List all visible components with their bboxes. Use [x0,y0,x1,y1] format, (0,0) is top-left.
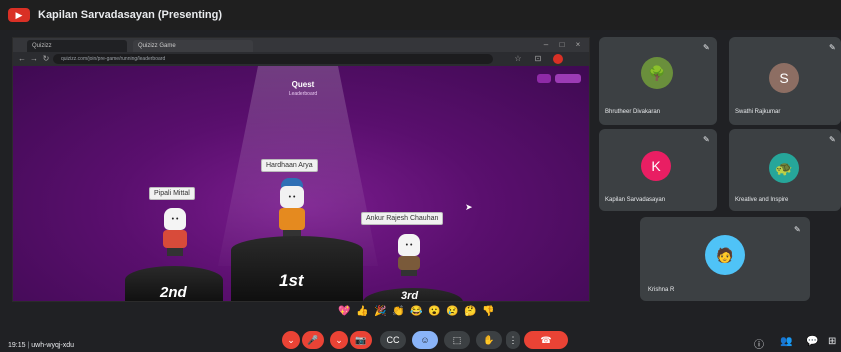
participant-name-4: Kreative and Inspire [735,197,789,203]
activities-icon[interactable]: ⊞ [828,336,836,347]
pin-icon[interactable]: ✎ [829,135,836,144]
meeting-time-and-code: 19:15 | uwh-wyqj-xdu [8,342,75,349]
reaction-thumbs-up-icon[interactable]: 👍 [356,306,368,317]
participant-name-3: Kapilan Sarvadasayan [605,197,666,203]
reload-icon[interactable]: ↻ [41,54,51,64]
bookmark-icon[interactable]: ☆ [513,54,523,64]
mic-off-icon[interactable]: 🎤 [302,331,324,349]
pin-icon[interactable]: ✎ [703,43,710,52]
participant-tile-2[interactable]: ✎ S Swathi Rajkumar [729,37,841,125]
reaction-clap-icon[interactable]: 👏 [392,306,404,317]
reaction-surprised-icon[interactable]: 😮 [428,306,440,317]
chat-icon[interactable]: 💬 [806,336,818,347]
reaction-heart-icon[interactable]: 💖 [338,306,350,317]
avatar-2nd: • • [163,208,187,256]
people-icon[interactable]: 👥 [780,336,792,347]
participant-tile-5[interactable]: ✎ 🧑 Krishna R [640,217,810,301]
mouse-cursor-icon: ➤ [465,202,473,212]
participant-avatar-2: S [769,63,799,93]
participant-tile-1[interactable]: ✎ 🌳 Bhrutheer Divakaran [599,37,717,125]
info-icon[interactable]: ⓘ [754,336,764,351]
reaction-party-icon[interactable]: 🎉 [374,306,386,317]
raise-hand-icon[interactable]: ✋ [476,331,502,349]
meeting-code: uwh-wyqj-xdu [31,342,75,349]
stage-title: Quest [291,80,315,89]
back-icon[interactable]: ← [17,54,27,64]
pin-icon[interactable]: ✎ [794,225,801,234]
reaction-thinking-icon[interactable]: 🤔 [464,306,476,317]
participant-avatar-4: 🐢 [769,153,799,183]
end-call-icon[interactable]: ☎ [524,331,568,349]
player-name-3rd: Ankur Rajesh Chauhan [361,212,444,225]
maximize-icon[interactable]: □ [557,40,567,50]
camera-options-button[interactable]: ⌄ [330,331,348,349]
participant-name-5: Krishna R [648,287,675,293]
browser-tab-2[interactable]: Quizizz Game [133,40,253,52]
browser-toolbar: ← → ↻ quizizz.com/join/pre-game/running/… [13,52,589,66]
participant-avatar-1: 🌳 [641,57,673,89]
participant-tile-3[interactable]: ✎ K Kapilan Sarvadasayan [599,129,717,211]
participant-tile-4[interactable]: ✎ 🐢 Kreative and Inspire [729,129,841,211]
player-name-1st: Hardhaan Arya [261,159,318,172]
stage-next-button[interactable] [555,74,581,83]
present-screen-icon[interactable]: ⬚ [444,331,470,349]
player-name-2nd: Pipali Mittal [149,187,195,200]
mic-options-button[interactable]: ⌄ [282,331,300,349]
participant-name-2: Swathi Rajkumar [735,109,781,115]
profile-avatar[interactable] [553,54,563,64]
minimize-icon[interactable]: – [541,40,551,50]
stage-menu-button[interactable] [537,74,551,83]
captions-icon[interactable]: CC [380,331,406,349]
forward-icon[interactable]: → [29,54,39,64]
emoji-reaction-icon[interactable]: ☺ [412,331,438,349]
participant-avatar-3: K [641,151,671,181]
shared-screen: Quizizz Quizizz Game – □ × ← → ↻ quizizz… [12,37,590,302]
presenting-icon: ▶ [8,8,30,22]
rank-3rd: 3rd [401,290,419,301]
address-bar[interactable]: quizizz.com/join/pre-game/running/leader… [53,54,493,64]
camera-off-icon[interactable]: 📷 [350,331,372,349]
browser-tabbar: Quizizz Quizizz Game – □ × [13,38,589,52]
browser-tab-1[interactable]: Quizizz [27,40,127,52]
avatar-3rd: • • [398,234,420,276]
podium-1st [231,236,363,301]
extensions-icon[interactable]: ⊡ [533,54,543,64]
meeting-time: 19:15 [8,342,26,349]
pin-icon[interactable]: ✎ [703,135,710,144]
rank-1st: 1st [279,271,304,290]
stage-subtitle: Leaderboard [288,91,318,97]
pin-icon[interactable]: ✎ [829,43,836,52]
game-stage: Quest Leaderboard Hardhaan Arya • • 1st … [13,66,589,301]
avatar-1st: • • [279,178,305,238]
rank-2nd: 2nd [160,284,187,301]
reaction-sad-icon[interactable]: 😢 [446,306,458,317]
participant-name-1: Bhrutheer Divakaran [605,109,661,115]
close-icon[interactable]: × [573,40,583,50]
participant-avatar-5: 🧑 [705,235,745,275]
reaction-laugh-icon[interactable]: 😂 [410,306,422,317]
presenter-title: Kapilan Sarvadasayan (Presenting) [38,9,223,21]
more-options-icon[interactable]: ⋮ [506,331,520,349]
reaction-thumbs-down-icon[interactable]: 👎 [482,306,494,317]
